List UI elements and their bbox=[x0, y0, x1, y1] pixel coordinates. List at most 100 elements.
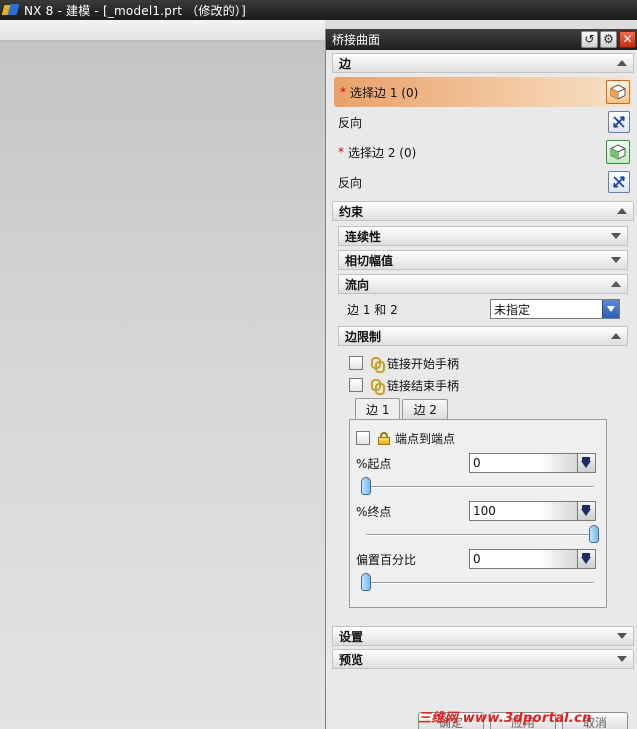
subsection-tangent-magnitude-header[interactable]: 相切幅值 bbox=[338, 250, 628, 270]
dialog-body: 边 * 选择边 1 (0) 反向 * 选择边 2 (0) 反向 约束 连续性 相… bbox=[332, 52, 634, 729]
start-percent-slider[interactable] bbox=[361, 474, 598, 500]
chevron-up-icon[interactable] bbox=[610, 330, 622, 342]
edge-1-tab-panel: 端点到端点 %起点 0 %终点 100 偏置百分比 0 bbox=[349, 419, 607, 608]
dialog-titlebar: 桥接曲面 ↺ ⚙ ✕ bbox=[326, 29, 637, 50]
link-start-handle-label: 链接开始手柄 bbox=[387, 356, 460, 371]
reverse-direction-icon bbox=[613, 176, 625, 188]
chevron-down-icon[interactable] bbox=[616, 630, 628, 642]
lock-icon bbox=[378, 431, 390, 445]
select-edge-2-label: 选择边 2 (0) bbox=[348, 145, 417, 160]
select-edge-1-row[interactable]: * 选择边 1 (0) bbox=[334, 77, 632, 107]
section-settings-header[interactable]: 设置 bbox=[332, 626, 634, 646]
watermark-url: www.3dportal.cn bbox=[462, 711, 592, 726]
reverse-2-row: 反向 bbox=[332, 167, 634, 197]
start-percent-row: %起点 0 bbox=[350, 452, 606, 474]
chevron-up-icon[interactable] bbox=[610, 278, 622, 290]
graphics-area[interactable] bbox=[0, 41, 325, 729]
chain-link-icon bbox=[371, 356, 385, 373]
select-edge-1-button[interactable] bbox=[606, 80, 630, 104]
edge-limits-label: 边限制 bbox=[345, 329, 382, 344]
section-constraints-label: 约束 bbox=[339, 204, 364, 219]
select-edge-2-row[interactable]: * 选择边 2 (0) bbox=[332, 137, 634, 167]
value-dropdown-icon[interactable] bbox=[577, 454, 595, 472]
window-title: NX 8 - 建模 - [_model1.prt （修改的）] bbox=[24, 3, 247, 18]
endpoint-to-endpoint-row: 端点到端点 bbox=[350, 427, 606, 449]
dialog-title: 桥接曲面 bbox=[332, 33, 381, 47]
watermark: 三维网 www.3dportal.cn bbox=[418, 707, 592, 726]
section-preview-label: 预览 bbox=[339, 652, 364, 667]
value-dropdown-icon[interactable] bbox=[577, 502, 595, 520]
slider-thumb[interactable] bbox=[361, 477, 371, 495]
flow-direction-dropdown[interactable]: 未指定 bbox=[490, 299, 620, 319]
offset-percent-row: 偏置百分比 0 bbox=[350, 548, 606, 570]
close-icon[interactable]: ✕ bbox=[619, 31, 636, 48]
start-percent-input[interactable]: 0 bbox=[469, 453, 596, 473]
reverse-1-label: 反向 bbox=[338, 115, 363, 130]
slider-track bbox=[366, 582, 594, 584]
section-preview-header[interactable]: 预览 bbox=[332, 649, 634, 669]
chain-link-icon bbox=[371, 378, 385, 395]
offset-percent-value: 0 bbox=[473, 552, 481, 566]
slider-thumb[interactable] bbox=[589, 525, 599, 543]
section-settings-label: 设置 bbox=[339, 629, 364, 644]
chevron-down-icon[interactable] bbox=[616, 653, 628, 665]
value-dropdown-icon[interactable] bbox=[577, 550, 595, 568]
reverse-1-row: 反向 bbox=[332, 107, 634, 137]
section-edge-header[interactable]: 边 bbox=[332, 53, 634, 73]
continuity-label: 连续性 bbox=[345, 229, 382, 244]
subsection-edge-limits-header[interactable]: 边限制 bbox=[338, 326, 628, 346]
link-end-handle-label: 链接结束手柄 bbox=[387, 378, 460, 393]
flow-direction-value: 未指定 bbox=[494, 302, 531, 317]
link-start-handle-row: 链接开始手柄 bbox=[332, 352, 634, 374]
offset-percent-slider[interactable] bbox=[361, 570, 598, 596]
tangent-magnitude-label: 相切幅值 bbox=[345, 253, 394, 268]
chevron-up-icon[interactable] bbox=[616, 57, 628, 69]
slider-thumb[interactable] bbox=[361, 573, 371, 591]
link-end-handle-row: 链接结束手柄 bbox=[332, 374, 634, 396]
end-percent-input[interactable]: 100 bbox=[469, 501, 596, 521]
chevron-up-icon[interactable] bbox=[616, 205, 628, 217]
tab-edge-1[interactable]: 边 1 bbox=[355, 398, 401, 419]
required-marker: * bbox=[338, 145, 344, 159]
subsection-flow-header[interactable]: 流向 bbox=[338, 274, 628, 294]
reverse-direction-2-button[interactable] bbox=[608, 171, 630, 193]
required-marker: * bbox=[340, 85, 346, 99]
chevron-down-icon[interactable] bbox=[610, 230, 622, 242]
select-edge-1-label: 选择边 1 (0) bbox=[350, 85, 419, 100]
bridge-surface-dialog: 桥接曲面 ↺ ⚙ ✕ 边 * 选择边 1 (0) 反向 * 选择边 2 (0) … bbox=[325, 29, 637, 729]
start-percent-label: %起点 bbox=[356, 456, 392, 471]
link-end-handle-checkbox[interactable] bbox=[349, 378, 363, 392]
subsection-continuity-header[interactable]: 连续性 bbox=[338, 226, 628, 246]
edge-cube-icon bbox=[610, 84, 626, 100]
offset-percent-input[interactable]: 0 bbox=[469, 549, 596, 569]
endpoint-to-endpoint-label: 端点到端点 bbox=[395, 431, 456, 446]
settings-icon[interactable]: ⚙ bbox=[600, 31, 617, 48]
section-edge-label: 边 bbox=[339, 56, 352, 71]
reverse-2-label: 反向 bbox=[338, 175, 363, 190]
watermark-prefix: 三维网 bbox=[418, 711, 458, 726]
offset-percent-label: 偏置百分比 bbox=[356, 552, 417, 567]
flow-edges-label: 边 1 和 2 bbox=[347, 302, 398, 317]
chevron-down-icon[interactable] bbox=[610, 254, 622, 266]
endpoint-to-endpoint-checkbox[interactable] bbox=[356, 431, 370, 445]
end-percent-value: 100 bbox=[473, 504, 496, 518]
slider-track bbox=[366, 486, 594, 488]
end-percent-slider[interactable] bbox=[362, 522, 599, 548]
flow-label: 流向 bbox=[345, 277, 370, 292]
reset-icon[interactable]: ↺ bbox=[581, 31, 598, 48]
toolbar-strip bbox=[0, 20, 325, 41]
start-percent-value: 0 bbox=[473, 456, 481, 470]
slider-track bbox=[366, 534, 594, 536]
edge-cube-icon bbox=[610, 144, 626, 160]
dropdown-arrow-icon[interactable] bbox=[602, 300, 619, 318]
link-start-handle-checkbox[interactable] bbox=[349, 356, 363, 370]
window-titlebar: NX 8 - 建模 - [_model1.prt （修改的）] bbox=[0, 0, 637, 20]
section-constraints-header[interactable]: 约束 bbox=[332, 201, 634, 221]
reverse-direction-1-button[interactable] bbox=[608, 111, 630, 133]
edge-tabs: 边 1 边 2 bbox=[355, 398, 634, 419]
end-percent-row: %终点 100 bbox=[350, 500, 606, 522]
select-edge-2-button[interactable] bbox=[606, 140, 630, 164]
end-percent-label: %终点 bbox=[356, 504, 392, 519]
tab-edge-2[interactable]: 边 2 bbox=[402, 399, 448, 419]
reverse-direction-icon bbox=[613, 116, 625, 128]
